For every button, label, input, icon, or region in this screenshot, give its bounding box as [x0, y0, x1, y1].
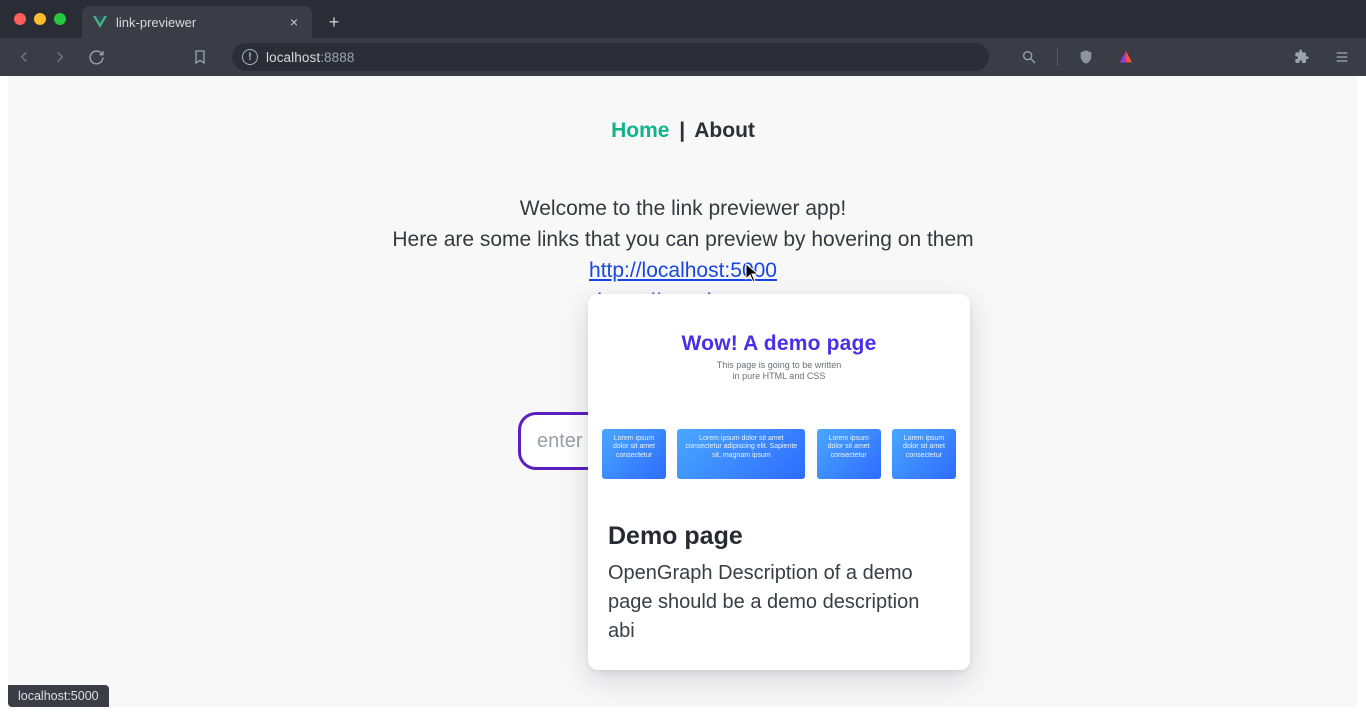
nav-about-link[interactable]: About	[694, 119, 755, 142]
preview-body: Demo page OpenGraph Description of a dem…	[588, 504, 970, 670]
vue-favicon-icon	[92, 14, 108, 30]
window-maximize-button[interactable]	[54, 13, 66, 25]
preview-hero-subtitle: This page is going to be written in pure…	[717, 360, 842, 383]
browser-chrome: link-previewer × + ! localhost:8888	[0, 0, 1366, 76]
menu-icon[interactable]	[1330, 45, 1354, 69]
back-button[interactable]	[12, 45, 36, 69]
address-bar[interactable]: ! localhost:8888	[232, 43, 989, 71]
hero-card: Lorem ipsum dolor sit amet consectetur	[817, 429, 881, 479]
preview-hero-title: Wow! A demo page	[682, 332, 877, 356]
forward-button[interactable]	[48, 45, 72, 69]
address-bar-url: localhost:8888	[266, 50, 354, 65]
preview-hero-cards: Lorem ipsum dolor sit amet consectetur L…	[602, 429, 956, 479]
preview-hero-sub-2: in pure HTML and CSS	[733, 371, 826, 381]
zoom-icon[interactable]	[1017, 45, 1041, 69]
bookmark-button[interactable]	[188, 45, 212, 69]
toolbar-right	[1017, 45, 1354, 69]
toolbar-separator	[1057, 48, 1058, 66]
extensions-icon[interactable]	[1290, 45, 1314, 69]
nav-separator: |	[675, 119, 689, 142]
hero-card: Lorem ipsum dolor sit amet consectetur	[892, 429, 956, 479]
site-info-icon[interactable]: !	[242, 49, 258, 65]
window-close-button[interactable]	[14, 13, 26, 25]
site-nav: Home | About	[8, 116, 1358, 146]
tab-title: link-previewer	[116, 15, 278, 30]
preview-hero-image: Wow! A demo page This page is going to b…	[588, 294, 970, 504]
new-tab-button[interactable]: +	[320, 8, 348, 36]
nav-home-link[interactable]: Home	[611, 119, 669, 142]
preview-link-1[interactable]: http://localhost:5000	[589, 256, 777, 286]
url-host: localhost	[266, 50, 320, 65]
preview-title: Demo page	[608, 522, 950, 551]
window-controls	[8, 0, 74, 38]
browser-toolbar: ! localhost:8888	[0, 38, 1366, 76]
preview-description: OpenGraph Description of a demo page sho…	[608, 559, 950, 646]
tab-strip: link-previewer × +	[0, 0, 1366, 38]
hero-card: Lorem ipsum dolor sit amet consectetur	[602, 429, 666, 479]
status-bar: localhost:5000	[8, 685, 109, 707]
status-bar-text: localhost:5000	[18, 689, 99, 703]
hero-card: Lorem ipsum dolor sit amet consectetur a…	[677, 429, 805, 479]
browser-tab[interactable]: link-previewer ×	[82, 6, 312, 38]
intro-line-2: Here are some links that you can preview…	[8, 225, 1358, 255]
reload-button[interactable]	[84, 45, 108, 69]
link-preview-card: Wow! A demo page This page is going to b…	[588, 294, 970, 670]
url-port: :8888	[320, 50, 354, 65]
brave-shields-icon[interactable]	[1074, 45, 1098, 69]
tab-close-button[interactable]: ×	[286, 14, 302, 30]
window-minimize-button[interactable]	[34, 13, 46, 25]
preview-hero-sub-1: This page is going to be written	[717, 360, 842, 370]
intro-line-1: Welcome to the link previewer app!	[8, 194, 1358, 224]
page-viewport: Home | About Welcome to the link preview…	[8, 76, 1358, 707]
intro-text: Welcome to the link previewer app! Here …	[8, 194, 1358, 255]
brave-rewards-icon[interactable]	[1114, 45, 1138, 69]
